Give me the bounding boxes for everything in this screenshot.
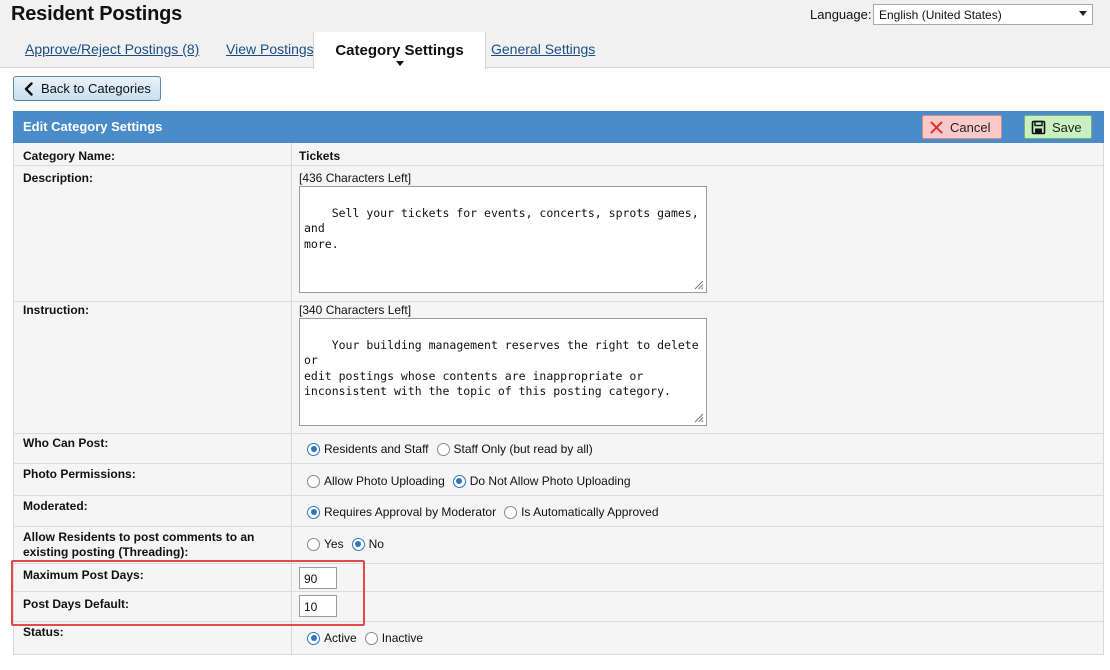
panel-header: Edit Category Settings Cancel Save: [13, 111, 1104, 143]
instruction-char-counter: [340 Characters Left]: [299, 303, 412, 317]
photo-permissions-label: Photo Permissions:: [23, 467, 136, 481]
description-text: Sell your tickets for events, concerts, …: [304, 205, 699, 251]
moderated-label: Moderated:: [23, 499, 88, 513]
instruction-text: Your building management reserves the ri…: [304, 337, 699, 399]
language-label: Language:: [810, 7, 872, 22]
description-textarea[interactable]: Sell your tickets for events, concerts, …: [299, 186, 707, 293]
instruction-label: Instruction:: [23, 303, 89, 317]
radio-threading-no-label[interactable]: No: [369, 537, 384, 551]
radio-status-active-label[interactable]: Active: [324, 631, 357, 645]
chevron-down-icon: [1079, 11, 1087, 16]
tab-approve-reject-postings[interactable]: Approve/Reject Postings (8): [25, 41, 199, 57]
cancel-button[interactable]: Cancel: [922, 115, 1002, 139]
radio-residents-and-staff-label[interactable]: Residents and Staff: [324, 442, 429, 456]
instruction-textarea[interactable]: Your building management reserves the ri…: [299, 318, 707, 426]
cancel-label: Cancel: [950, 120, 991, 135]
chevron-left-icon: [24, 82, 33, 96]
radio-do-not-allow-photo-uploading[interactable]: [452, 474, 466, 488]
save-label: Save: [1052, 120, 1082, 135]
radio-allow-photo-uploading-label[interactable]: Allow Photo Uploading: [324, 474, 445, 488]
active-tab-caret-icon: [396, 61, 404, 66]
radio-automatically-approved[interactable]: [504, 505, 518, 519]
language-selected-value: English (United States): [879, 8, 1002, 22]
row-divider: [14, 301, 1103, 302]
who-can-post-label: Who Can Post:: [23, 436, 109, 450]
radio-residents-and-staff[interactable]: [307, 442, 320, 456]
category-name-label: Category Name:: [23, 149, 116, 163]
resize-grip-icon[interactable]: [692, 411, 704, 423]
row-divider: [14, 433, 1103, 434]
moderated-radio-group: Requires Approval by Moderator Is Automa…: [307, 505, 667, 519]
floppy-disk-icon: [1031, 120, 1046, 135]
category-name-value: Tickets: [299, 149, 341, 163]
radio-automatically-approved-label[interactable]: Is Automatically Approved: [521, 505, 658, 519]
row-divider: [14, 495, 1103, 496]
radio-requires-approval-label[interactable]: Requires Approval by Moderator: [324, 505, 496, 519]
tab-view-postings[interactable]: View Postings: [226, 41, 314, 57]
who-can-post-radio-group: Residents and Staff Staff Only (but read…: [307, 442, 601, 456]
tab-category-settings-label: Category Settings: [335, 42, 464, 59]
radio-status-inactive-label[interactable]: Inactive: [382, 631, 423, 645]
threading-label-line1: Allow Residents to post comments to an: [23, 530, 255, 544]
row-divider: [14, 165, 1103, 166]
photo-permissions-radio-group: Allow Photo Uploading Do Not Allow Photo…: [307, 474, 639, 488]
radio-do-not-allow-photo-uploading-label[interactable]: Do Not Allow Photo Uploading: [470, 474, 631, 488]
language-select[interactable]: English (United States): [873, 4, 1093, 25]
threading-radio-group: Yes No: [307, 537, 392, 551]
highlight-annotation-box: [11, 560, 365, 626]
description-char-counter: [436 Characters Left]: [299, 171, 412, 185]
panel-title: Edit Category Settings: [23, 119, 163, 134]
status-label: Status:: [23, 625, 64, 639]
radio-allow-photo-uploading[interactable]: [307, 474, 320, 488]
radio-status-inactive[interactable]: [364, 631, 378, 645]
radio-threading-yes-label[interactable]: Yes: [324, 537, 344, 551]
radio-threading-yes[interactable]: [307, 537, 320, 551]
save-button[interactable]: Save: [1024, 115, 1092, 139]
tab-category-settings[interactable]: Category Settings: [313, 32, 486, 69]
radio-staff-only-label[interactable]: Staff Only (but read by all): [454, 442, 593, 456]
top-bar: Resident Postings Language: English (Uni…: [0, 0, 1110, 69]
radio-staff-only[interactable]: [436, 442, 450, 456]
threading-label: Allow Residents to post comments to an e…: [23, 530, 254, 560]
x-icon: [930, 121, 943, 134]
resize-grip-icon[interactable]: [692, 278, 704, 290]
radio-status-active[interactable]: [307, 631, 320, 645]
radio-threading-no[interactable]: [351, 537, 365, 551]
row-divider: [14, 526, 1103, 527]
status-radio-group: Active Inactive: [307, 631, 431, 645]
threading-label-line2: existing posting (Threading):: [23, 545, 189, 559]
back-to-categories-button[interactable]: Back to Categories: [13, 76, 161, 101]
tab-general-settings[interactable]: General Settings: [491, 41, 595, 57]
description-label: Description:: [23, 171, 94, 185]
radio-requires-approval[interactable]: [307, 505, 320, 519]
row-divider: [14, 463, 1103, 464]
back-to-categories-label: Back to Categories: [41, 81, 151, 96]
page-title: Resident Postings: [11, 3, 183, 25]
